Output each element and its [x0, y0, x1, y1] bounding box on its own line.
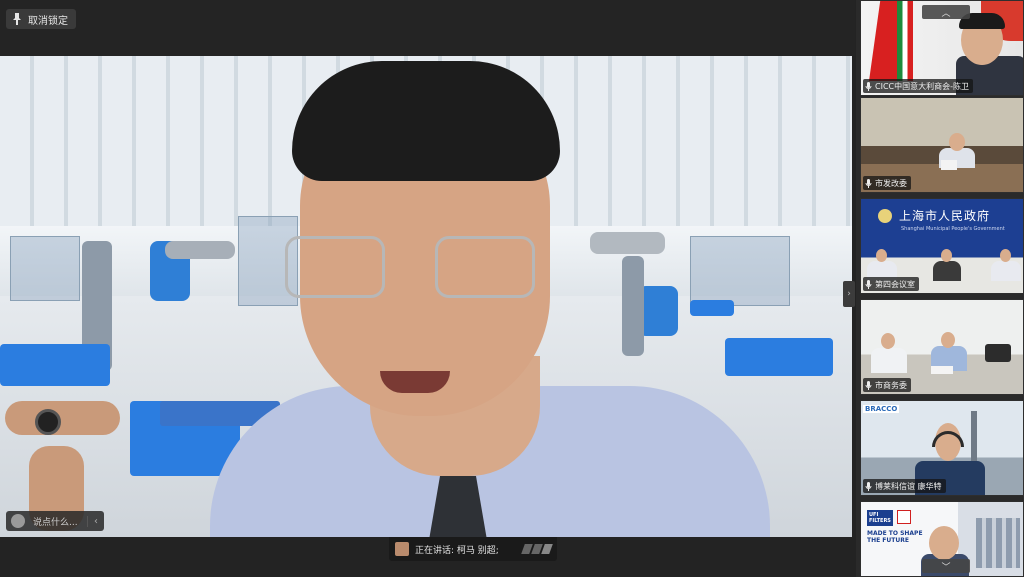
background-hand-with-watch — [5, 391, 125, 531]
audio-level-icon — [521, 544, 553, 554]
participant-tile[interactable]: BRACCO 博莱科信谊 康华特 — [860, 400, 1024, 496]
participant-name-label: 市发改委 — [863, 176, 911, 190]
scroll-down-button[interactable]: ﹀ — [922, 559, 970, 573]
speaker-mouth — [380, 371, 450, 393]
background-glass-room — [10, 236, 80, 301]
participant-tile[interactable]: 上海市人民政府 Shanghai Municipal People's Gove… — [860, 198, 1024, 294]
chevron-left-icon[interactable]: ‹ — [87, 515, 98, 527]
mic-icon — [865, 380, 872, 390]
background-agv — [0, 344, 110, 386]
pin-icon — [13, 13, 21, 25]
participant-name-label: 第四会议室 — [863, 277, 919, 291]
speaker-hair — [292, 61, 560, 181]
unpin-button[interactable]: 取消锁定 — [6, 9, 76, 29]
participant-tile[interactable]: 市发改委 — [860, 97, 1024, 193]
bottom-bar: 正在讲话: 柯马 别超; — [0, 537, 855, 577]
scroll-up-button[interactable]: ︿ — [922, 5, 970, 19]
banner-subtitle: Shanghai Municipal People's Government — [901, 226, 1005, 232]
participant-name-label: CICC中国意大利商会-陈卫 — [863, 79, 974, 93]
mic-icon — [865, 81, 872, 91]
background-agv — [725, 338, 833, 376]
unpin-label: 取消锁定 — [28, 15, 68, 27]
mic-icon — [865, 481, 872, 491]
speaker-avatar — [395, 542, 409, 556]
comment-input[interactable]: 说点什么... ‹ — [6, 511, 104, 531]
mic-icon — [865, 178, 872, 188]
bracco-logo: BRACCO — [863, 405, 900, 413]
banner-title: 上海市人民政府 — [899, 209, 991, 223]
participant-name-label: 博莱科信谊 康华特 — [863, 479, 946, 493]
speaking-label: 正在讲话: 柯马 别超; — [415, 545, 499, 556]
slogan-text: MADE TO SHAPE THE FUTURE — [867, 530, 923, 544]
ufi-logo: UFI FILTERS — [867, 510, 893, 526]
emoji-icon[interactable] — [11, 514, 25, 528]
participant-tile[interactable]: 市商务委 — [860, 299, 1024, 395]
speaking-indicator: 正在讲话: 柯马 别超; — [389, 537, 557, 561]
gov-emblem-icon — [878, 209, 892, 223]
mic-icon — [865, 279, 872, 289]
main-video[interactable]: 说点什么... ‹ — [0, 56, 852, 537]
brand-icon — [897, 510, 911, 524]
speaker-glasses — [435, 236, 535, 298]
participant-name-label: 市商务委 — [863, 378, 911, 392]
collapse-panel-button[interactable]: › — [843, 281, 855, 307]
watch-icon — [35, 409, 61, 435]
meeting-app: 取消锁定 说点什么... ‹ 正在讲话: 柯马 别超; › CICC中国意大利商… — [0, 0, 1024, 577]
speaker-video — [180, 56, 770, 537]
top-bar: 取消锁定 — [0, 0, 855, 56]
comment-placeholder: 说点什么... — [33, 517, 78, 528]
speaker-glasses — [285, 236, 385, 298]
